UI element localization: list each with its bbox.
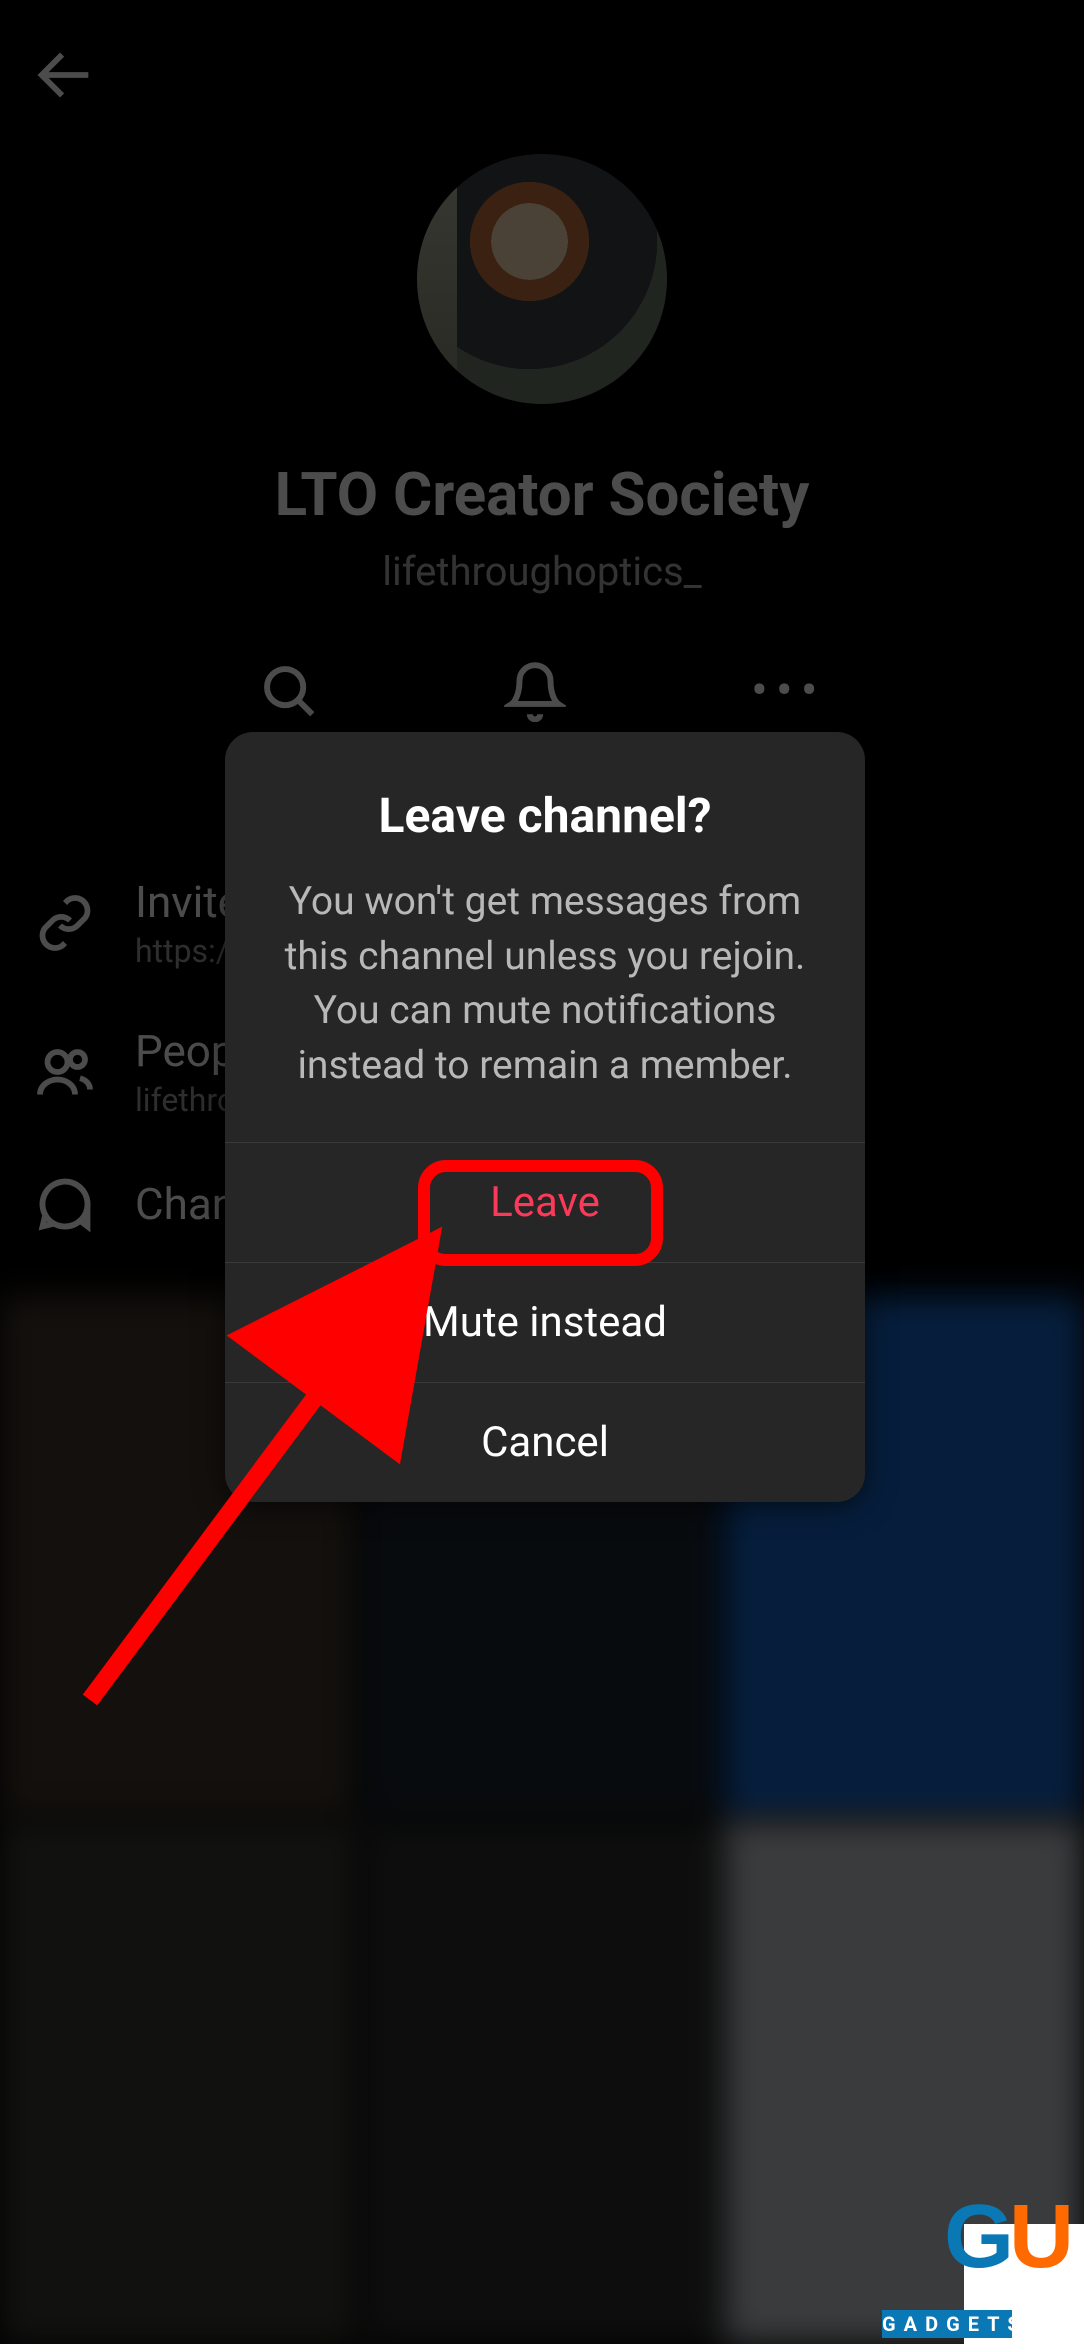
media-tile[interactable] <box>0 1820 361 2344</box>
cancel-button[interactable]: Cancel <box>225 1382 865 1502</box>
channel-title: LTO Creator Society <box>0 459 1084 530</box>
link-icon <box>35 893 95 953</box>
bell-icon <box>504 660 566 722</box>
channel-row-title: Chan <box>135 1178 236 1230</box>
back-arrow-icon[interactable] <box>30 95 100 114</box>
channel-avatar[interactable] <box>417 154 667 404</box>
media-tile[interactable] <box>361 1820 722 2344</box>
dialog-body: You won't get messages from this channel… <box>267 874 823 1092</box>
watermark-g: G <box>944 2186 1014 2289</box>
mute-instead-button[interactable]: Mute instead <box>225 1262 865 1382</box>
dialog-title: Leave channel? <box>267 787 823 844</box>
more-icon: ••• <box>757 660 819 722</box>
leave-button[interactable]: Leave <box>225 1142 865 1262</box>
search-icon <box>258 660 320 722</box>
leave-channel-dialog: Leave channel? You won't get messages fr… <box>225 732 865 1502</box>
watermark-u: U <box>1009 2186 1074 2289</box>
chat-icon <box>35 1174 95 1234</box>
people-sub: lifethro <box>135 1081 236 1119</box>
watermark-label: GADGETS <box>882 2310 1012 2338</box>
people-title: Peop <box>135 1025 236 1077</box>
watermark-logo: G U GADGETS <box>864 2184 1084 2344</box>
channel-subtitle: lifethroughoptics_ <box>0 548 1084 595</box>
people-icon <box>35 1042 95 1102</box>
